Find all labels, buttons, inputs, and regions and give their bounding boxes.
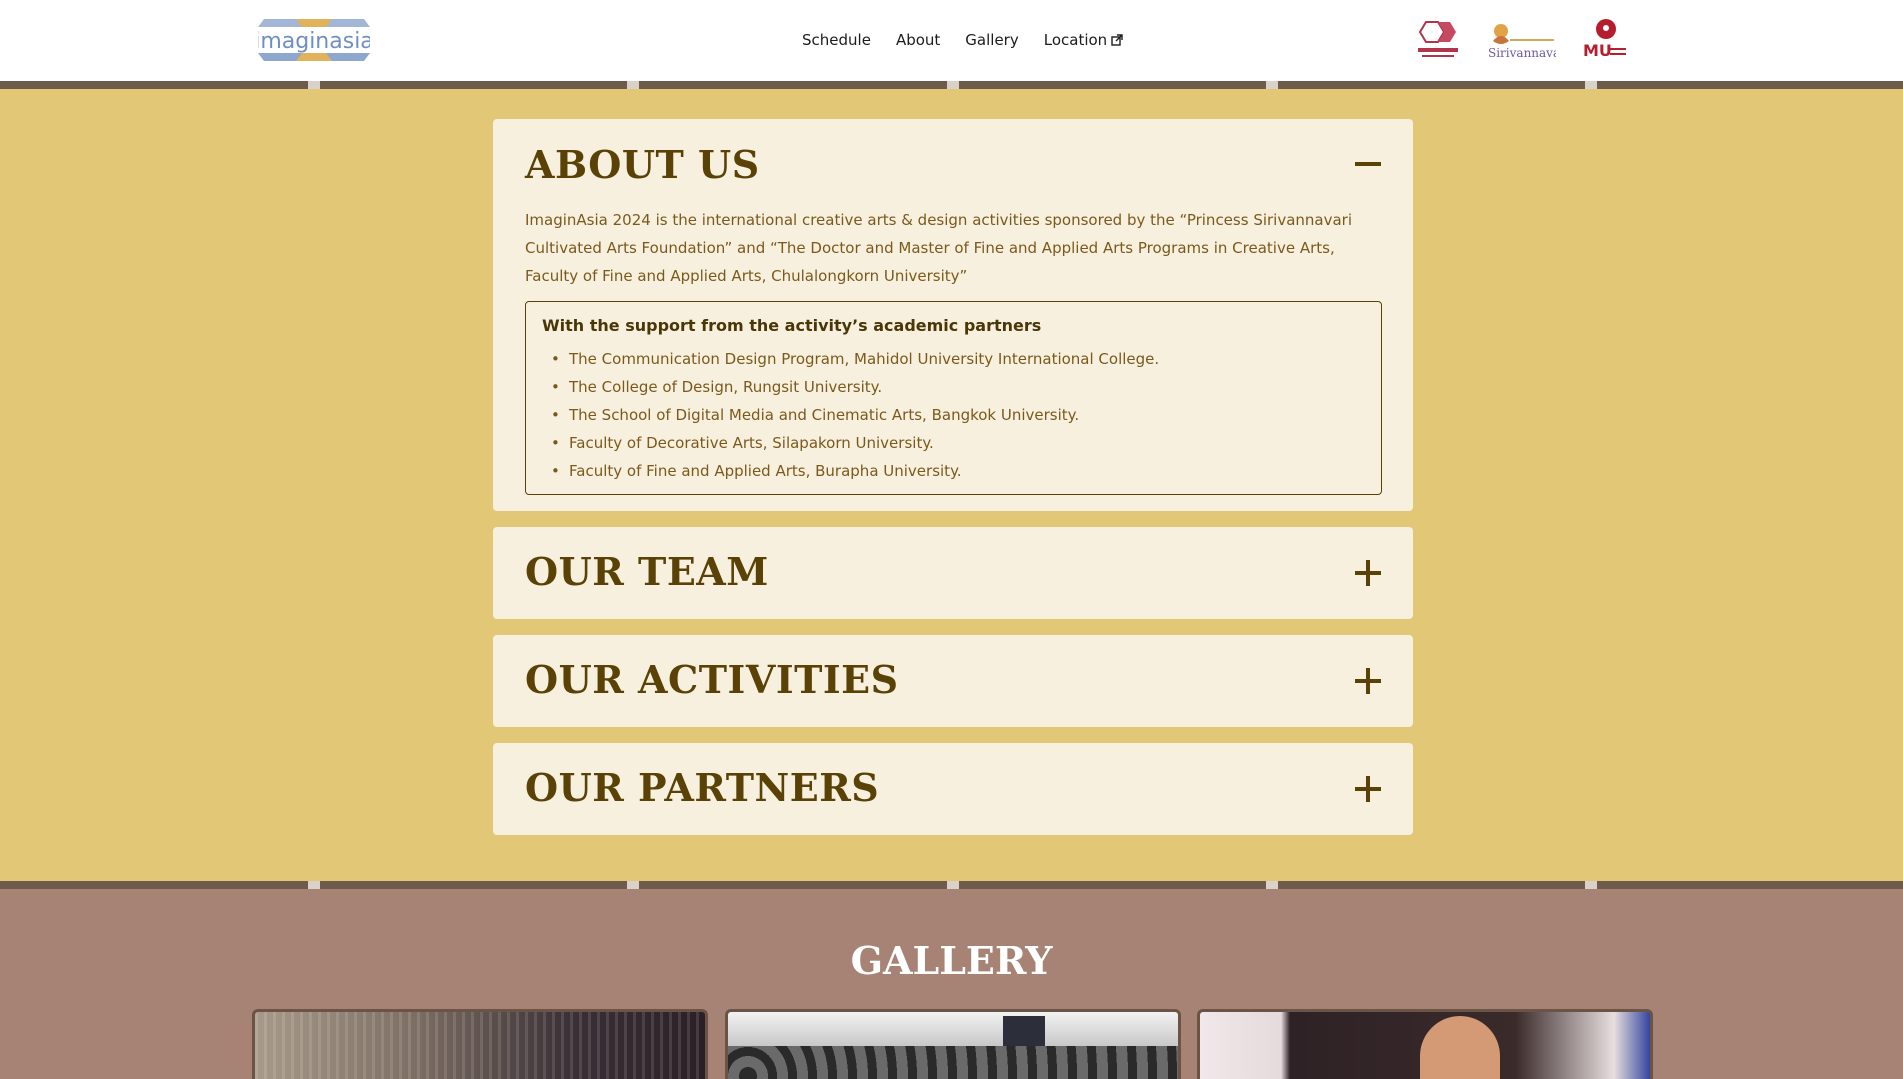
collapse-minus-icon[interactable] [1355,151,1381,177]
nav-location[interactable]: Location [1044,31,1123,49]
our-activities-title: OUR ACTIVITIES [525,657,899,702]
expand-plus-icon[interactable] [1355,560,1381,586]
bottom-divider-stripe [0,881,1903,889]
list-item: • The School of Digital Media and Cinemat… [551,406,1080,424]
about-us-panel: ABOUT US ImaginAsia 2024 is the internat… [493,119,1413,511]
gallery-image-1[interactable] [252,1009,708,1079]
list-item: • Faculty of Fine and Applied Arts, Burap… [551,462,962,480]
list-item: • The Communication Design Program, Mahid… [551,350,1160,368]
sirivannavari-logo: Sirivannavari [1488,17,1556,63]
list-item: • Faculty of Decorative Arts, Silapakorn … [551,434,934,452]
our-activities-panel[interactable]: OUR ACTIVITIES [493,635,1413,727]
gallery-image-2[interactable] [725,1009,1181,1079]
gallery-image-3[interactable] [1197,1009,1653,1079]
nav-schedule[interactable]: Schedule [802,31,871,49]
site-header: imaginasia Schedule About Gallery Locati… [0,0,1903,81]
expand-plus-icon[interactable] [1355,776,1381,802]
fine-arts-faculty-logo [1414,17,1462,63]
academic-partners-list: • The Communication Design Program, Mahid… [542,345,1159,485]
nav-about[interactable]: About [896,31,940,49]
external-link-icon [1111,34,1123,46]
about-us-title[interactable]: ABOUT US [525,142,760,187]
list-item: • The College of Design, Rungsit Universi… [551,378,883,396]
svg-text:MU: MU [1583,41,1612,60]
top-divider-stripe [0,81,1903,89]
about-description: ImaginAsia 2024 is the international cre… [525,211,1353,285]
imaginasia-logo[interactable]: imaginasia [254,19,374,61]
academic-partners-box: With the support from the activity’s aca… [525,301,1382,495]
mu-logo: MU [1582,17,1628,63]
our-team-panel[interactable]: OUR TEAM [493,527,1413,619]
nav-location-label: Location [1043,31,1108,49]
nav-gallery[interactable]: Gallery [965,31,1018,49]
our-partners-panel[interactable]: OUR PARTNERS [493,743,1413,835]
svg-text:Sirivannavari: Sirivannavari [1488,46,1556,60]
main-nav: Schedule About Gallery Location [802,31,1123,49]
academic-partners-title: With the support from the activity’s aca… [542,316,1042,335]
expand-plus-icon[interactable] [1355,668,1381,694]
gallery-section: GALLERY [0,889,1903,1079]
svg-text:imaginasia: imaginasia [258,29,370,54]
gallery-title: GALLERY [850,938,1053,983]
our-team-title: OUR TEAM [525,549,769,594]
our-partners-title: OUR PARTNERS [525,765,880,810]
partner-logos: Sirivannavari MU [1414,17,1628,63]
